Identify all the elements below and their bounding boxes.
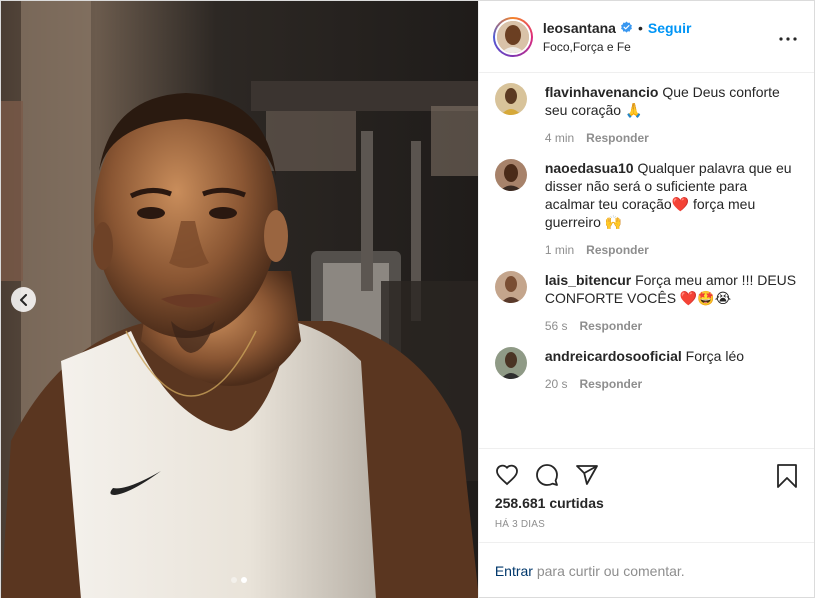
carousel-dot-active	[241, 577, 247, 583]
comment-item: naoedasua10 Qualquer palavra que eu diss…	[494, 159, 798, 269]
comment-button[interactable]	[535, 463, 559, 487]
comment-icon	[535, 464, 558, 486]
chevron-left-icon	[19, 293, 27, 306]
reply-button[interactable]: Responder	[586, 131, 649, 145]
commenter-avatar[interactable]	[494, 347, 527, 379]
post-date[interactable]: HÁ 3 DIAS	[478, 519, 814, 543]
comment-username[interactable]: flavinhavenancio	[545, 84, 659, 100]
gym-selfie-image	[1, 1, 478, 598]
like-button[interactable]	[495, 463, 519, 487]
author-avatar-image	[496, 20, 529, 53]
carousel-dot	[231, 577, 237, 583]
comment-time: 20 s	[544, 377, 568, 391]
follow-button[interactable]: Seguir	[648, 20, 692, 36]
commenter-avatar[interactable]	[494, 271, 527, 303]
more-options-button[interactable]	[778, 29, 798, 45]
post-side-panel: leosantana • Seguir Foco,Força e Fe flav…	[477, 1, 814, 598]
previous-slide-button[interactable]	[11, 287, 36, 312]
comment-item: lais_bitencur Força meu amor !!! DEUS CO…	[494, 271, 798, 345]
comments-list[interactable]: flavinhavenancio Que Deus conforte seu c…	[478, 73, 814, 449]
post-actions	[479, 455, 814, 495]
save-button[interactable]	[776, 463, 798, 492]
add-comment-prompt: para curtir ou comentar.	[532, 563, 685, 579]
post-photo[interactable]	[1, 1, 478, 598]
comment-time: 56 s	[544, 319, 568, 333]
comment-time: 1 min	[544, 243, 575, 257]
verified-badge-icon	[620, 21, 633, 34]
heart-icon	[495, 464, 518, 486]
comment-username[interactable]: lais_bitencur	[545, 272, 631, 288]
comment-time: 4 min	[544, 131, 575, 145]
add-comment-bar: Entrar para curtir ou comentar.	[479, 543, 814, 598]
author-username[interactable]: leosantana	[543, 20, 616, 36]
comment-username[interactable]: andreicardosooficial	[545, 348, 682, 364]
comment-text: Força léo	[685, 348, 745, 364]
carousel-indicator	[231, 577, 247, 583]
more-horizontal-icon	[779, 37, 797, 41]
commenter-avatar[interactable]	[494, 159, 527, 191]
share-icon	[575, 465, 598, 485]
instagram-post: leosantana • Seguir Foco,Força e Fe flav…	[0, 0, 815, 598]
header-separator: •	[637, 19, 643, 36]
post-header: leosantana • Seguir Foco,Força e Fe	[478, 1, 814, 73]
commenter-avatar[interactable]	[494, 83, 527, 115]
comment-username[interactable]: naoedasua10	[545, 160, 634, 176]
login-link[interactable]: Entrar	[495, 563, 533, 579]
author-avatar[interactable]	[492, 16, 533, 57]
reply-button[interactable]: Responder	[586, 243, 649, 257]
share-button[interactable]	[575, 463, 599, 487]
comment-item: flavinhavenancio Que Deus conforte seu c…	[494, 83, 798, 157]
comment-item: andreicardosooficial Força léo 20 s Resp…	[494, 347, 798, 403]
reply-button[interactable]: Responder	[580, 377, 643, 391]
reply-button[interactable]: Responder	[580, 319, 643, 333]
post-location[interactable]: Foco,Força e Fe	[543, 40, 692, 54]
likes-count[interactable]: 258.681 curtidas	[479, 495, 814, 511]
bookmark-icon	[777, 464, 797, 488]
